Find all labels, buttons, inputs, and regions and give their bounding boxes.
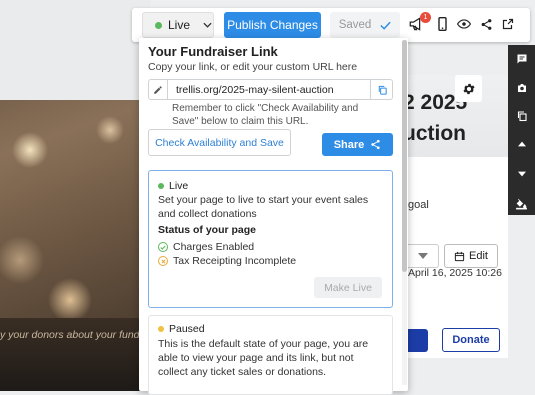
caret-down-icon	[517, 171, 526, 177]
eye-icon	[457, 19, 471, 29]
move-down-tool[interactable]	[508, 163, 535, 185]
panel-subtitle: Copy your link, or edit your custom URL …	[148, 61, 358, 73]
make-live-button[interactable]: Make Live	[314, 277, 382, 298]
goal-label: goal	[408, 199, 429, 211]
notification-badge: 1	[420, 12, 431, 23]
gear-icon	[462, 83, 475, 94]
share-icon	[481, 18, 491, 30]
caret-down-icon	[418, 253, 428, 259]
copy-icon	[517, 111, 527, 122]
share-page-button[interactable]	[476, 13, 496, 35]
share-label: Share	[333, 138, 365, 151]
edit-date-button[interactable]: Edit	[444, 244, 498, 268]
live-option-title: Live	[169, 180, 189, 192]
side-toolbar	[508, 45, 535, 215]
status-charges-enabled: Charges Enabled	[158, 241, 254, 253]
photo-caption: y your donors about your fundraiser.	[0, 329, 150, 341]
photo-top-area	[0, 0, 150, 100]
event-date: April 16, 2025 10:26	[408, 267, 502, 279]
fill-color-tool[interactable]	[508, 192, 535, 214]
calendar-icon	[454, 251, 465, 261]
caret-up-icon	[517, 141, 526, 147]
check-circle-icon	[158, 242, 168, 252]
saved-label: Saved	[338, 19, 372, 31]
preview-button[interactable]	[454, 13, 474, 35]
primary-action-edge[interactable]	[406, 329, 428, 352]
panel-title: Your Fundraiser Link	[148, 44, 278, 59]
live-option-heading: Live	[158, 180, 188, 192]
live-status-dropdown[interactable]: Live	[142, 12, 214, 38]
custom-url-value[interactable]: trellis.org/2025-may-silent-auction	[176, 84, 334, 96]
check-availability-button[interactable]: Check Availability and Save	[148, 129, 291, 156]
camera-tool[interactable]	[508, 77, 535, 99]
pencil-icon	[153, 85, 162, 94]
mobile-icon	[437, 17, 447, 31]
copy-url-button[interactable]	[370, 79, 393, 100]
camera-icon	[517, 84, 526, 92]
live-dot	[158, 183, 164, 189]
donate-button[interactable]: Donate	[442, 328, 500, 352]
paused-option-title: Paused	[169, 323, 205, 335]
comment-icon	[517, 54, 526, 64]
status-heading: Status of your page	[158, 224, 257, 236]
publish-changes-button[interactable]: Publish Changes	[224, 12, 321, 38]
status-tax-receipting: Tax Receipting Incomplete	[158, 255, 296, 267]
paint-bucket-icon	[516, 198, 527, 209]
x-circle-icon	[158, 256, 168, 266]
open-external-button[interactable]	[498, 13, 518, 35]
status-label: Tax Receipting Incomplete	[173, 255, 297, 267]
external-link-icon	[502, 18, 514, 30]
panel-scrollbar-thumb[interactable]	[402, 40, 407, 272]
status-select[interactable]	[406, 244, 439, 268]
move-up-tool[interactable]	[508, 133, 535, 155]
live-status-label: Live	[168, 18, 191, 32]
duplicate-tool[interactable]	[508, 105, 535, 127]
comment-tool[interactable]	[508, 48, 535, 70]
chevron-down-icon	[203, 22, 212, 28]
claim-url-note: Remember to click "Check Availability an…	[172, 103, 359, 127]
paused-dot	[158, 326, 164, 332]
edit-label: Edit	[469, 250, 488, 262]
share-link-button[interactable]: Share	[322, 133, 393, 156]
check-icon	[380, 21, 391, 30]
paused-option-heading: Paused	[158, 323, 205, 335]
live-status-dot	[155, 21, 162, 29]
mobile-preview-button[interactable]	[432, 13, 452, 35]
saved-status-button: Saved	[330, 12, 400, 38]
live-option-description: Set your page to live to start your even…	[158, 194, 369, 220]
settings-gear-button[interactable]	[455, 75, 482, 102]
event-title-line-2: uction	[403, 122, 466, 145]
share-icon	[371, 139, 380, 150]
status-label: Charges Enabled	[173, 241, 255, 253]
paused-option-description: This is the default state of your page, …	[158, 338, 369, 378]
edit-url-button[interactable]	[148, 79, 168, 100]
copy-icon	[378, 85, 387, 95]
